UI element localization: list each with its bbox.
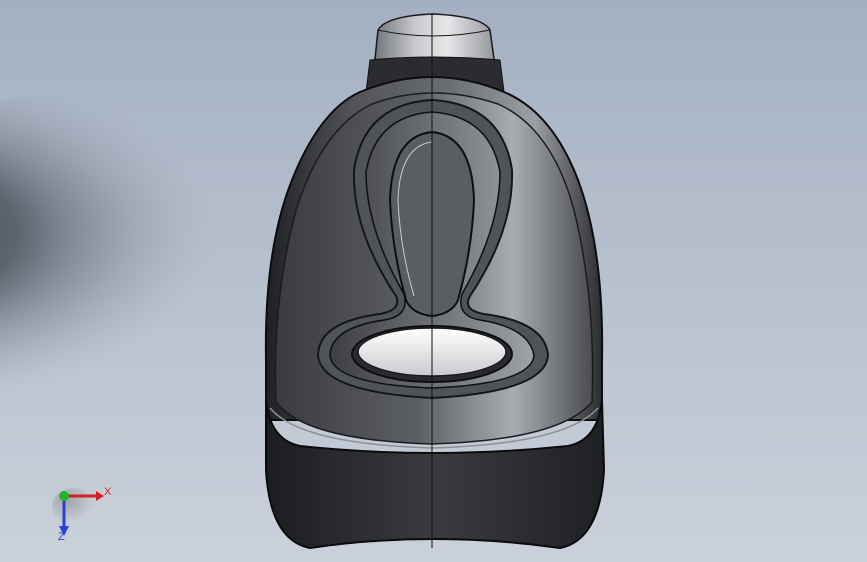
model-scene[interactable] bbox=[0, 0, 867, 562]
graphics-viewport[interactable]: X Z bbox=[0, 0, 867, 562]
reference-triad: X Z bbox=[44, 482, 114, 546]
x-axis-label: X bbox=[104, 486, 112, 498]
z-axis-label: Z bbox=[58, 531, 65, 543]
